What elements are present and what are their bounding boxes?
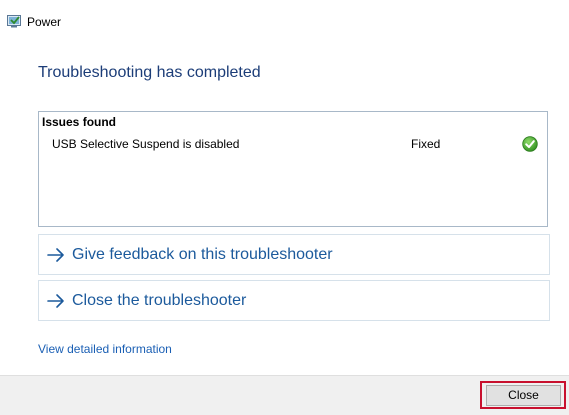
close-button[interactable]: Close	[486, 385, 561, 406]
check-icon	[522, 136, 538, 152]
give-feedback-label: Give feedback on this troubleshooter	[72, 246, 333, 263]
arrow-right-icon	[47, 293, 65, 309]
issues-header: Issues found	[42, 115, 117, 129]
window-title: Power	[27, 15, 62, 29]
issue-name: USB Selective Suspend is disabled	[52, 137, 240, 151]
page-title: Troubleshooting has completed	[38, 64, 261, 81]
close-troubleshooter-label: Close the troubleshooter	[72, 292, 247, 309]
arrow-right-icon	[47, 247, 65, 263]
troubleshooter-icon	[7, 15, 21, 28]
issue-row[interactable]: USB Selective Suspend is disabled Fixed	[39, 134, 547, 154]
view-detailed-information-link[interactable]: View detailed information	[38, 342, 172, 356]
give-feedback-link[interactable]: Give feedback on this troubleshooter	[38, 234, 550, 275]
issues-list: Issues found USB Selective Suspend is di…	[38, 111, 548, 227]
title-bar: Power	[0, 0, 569, 40]
issue-status: Fixed	[411, 137, 441, 151]
close-troubleshooter-link[interactable]: Close the troubleshooter	[38, 280, 550, 321]
